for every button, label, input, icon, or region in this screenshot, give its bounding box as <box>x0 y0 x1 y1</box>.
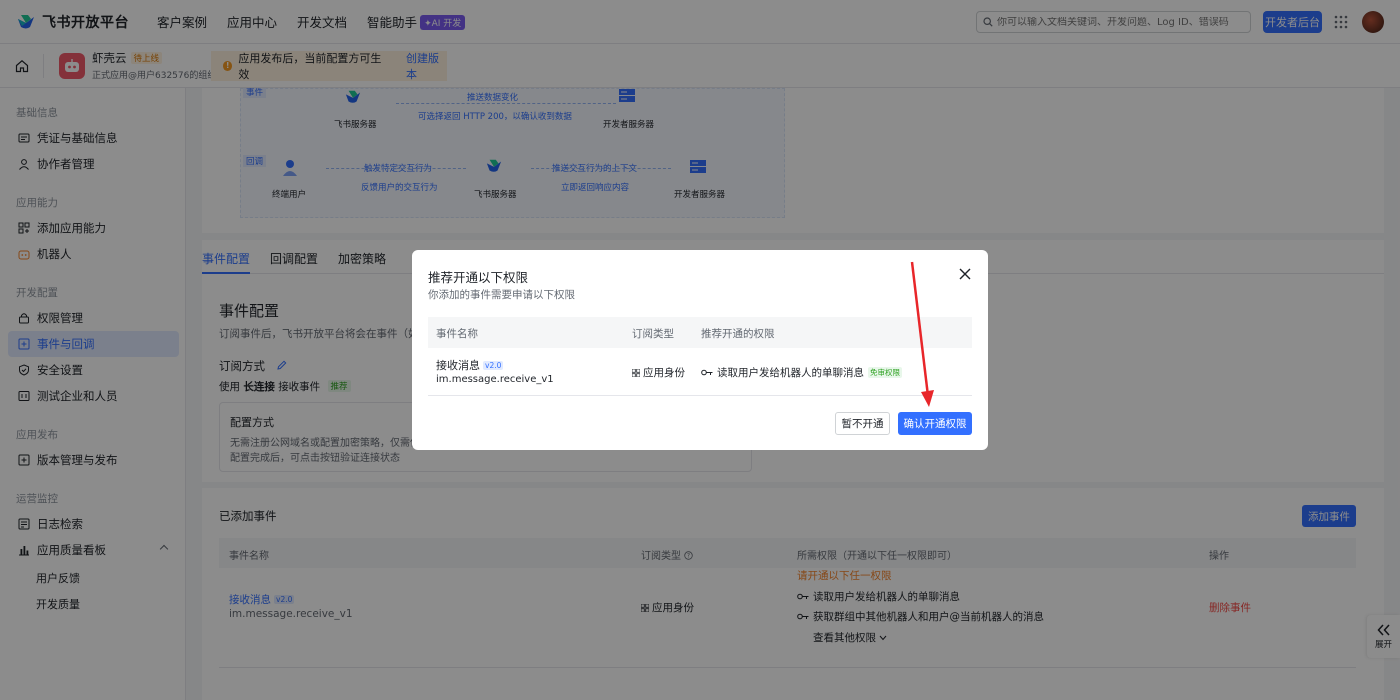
dialog-title: 推荐开通以下权限 <box>428 270 529 285</box>
dialog-table-header: 事件名称 订阅类型 推荐开通的权限 <box>428 317 972 348</box>
subscription-type: 应用身份 <box>632 365 685 380</box>
event-name: 接收消息 v2.0 <box>436 357 504 373</box>
close-icon[interactable] <box>958 267 972 281</box>
confirm-permissions-button[interactable]: 确认开通权限 <box>898 412 972 435</box>
permission-label: 读取用户发给机器人的单聊消息 <box>717 367 864 379</box>
event-key: im.message.receive_v1 <box>436 374 554 385</box>
key-icon <box>701 369 713 376</box>
column-header: 订阅类型 <box>632 328 674 340</box>
subscription-type-label: 应用身份 <box>643 367 685 379</box>
permission-dialog: 推荐开通以下权限 你添加的事件需要申请以下权限 事件名称 订阅类型 推荐开通的权… <box>412 250 988 450</box>
column-header: 推荐开通的权限 <box>701 328 775 340</box>
skip-button[interactable]: 暂不开通 <box>835 412 890 435</box>
event-name-label: 接收消息 <box>436 359 480 372</box>
version-badge: v2.0 <box>483 361 504 370</box>
table-row: 接收消息 v2.0 im.message.receive_v1 应用身份 读取用户… <box>428 348 972 396</box>
dialog-subtitle: 你添加的事件需要申请以下权限 <box>428 289 575 301</box>
app-identity-icon <box>632 369 640 377</box>
column-header: 事件名称 <box>436 328 478 340</box>
recommended-permission: 读取用户发给机器人的单聊消息 免审权限 <box>701 365 902 380</box>
no-review-badge: 免审权限 <box>868 367 902 378</box>
